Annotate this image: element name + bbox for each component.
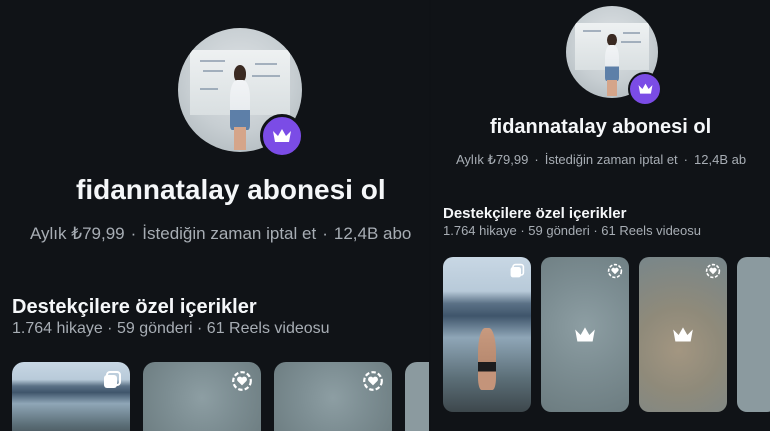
locked-content-tile[interactable] xyxy=(541,257,629,412)
profile-panel: fidannatalay abonesi ol Aylık ₺79,99 · İst… xyxy=(431,0,770,431)
story-ring-icon xyxy=(363,371,383,391)
crown-icon xyxy=(575,326,595,342)
crown-icon xyxy=(260,114,304,158)
locked-content-tile[interactable] xyxy=(143,362,261,431)
subscribe-title: fidannatalay abonesi ol xyxy=(76,174,386,205)
multi-post-icon xyxy=(510,263,525,278)
profile-avatar-container[interactable] xyxy=(178,28,306,158)
crown-icon xyxy=(628,72,662,106)
subscriber-count: 12,4B ab xyxy=(694,152,747,167)
subscription-meta: Aylık ₺79,99 · İstediğin zaman iptal et · 12… xyxy=(30,224,412,243)
subscriber-count: 12,4B abo xyxy=(333,224,412,243)
subscription-meta: Aylık ₺79,99 · İstediğin zaman iptal et · 12… xyxy=(456,152,747,167)
exclusive-section-stats: 1.764 hikaye · 59 gönderi · 61 Reels vid… xyxy=(443,223,701,238)
zoomed-profile-panel: fidannatalay abonesi ol Aylık ₺79,99 · İst… xyxy=(0,0,429,431)
content-tile[interactable] xyxy=(443,257,531,412)
price-label: Aylık ₺79,99 xyxy=(456,152,529,167)
exclusive-section-title: Destekçilere özel içerikler xyxy=(12,296,257,318)
subscribe-title: fidannatalay abonesi ol xyxy=(490,116,712,138)
locked-content-tile[interactable] xyxy=(405,362,429,431)
content-tile[interactable] xyxy=(12,362,130,431)
exclusive-section-title: Destekçilere özel içerikler xyxy=(443,205,627,222)
locked-content-tile[interactable] xyxy=(737,257,770,412)
profile-avatar-container[interactable] xyxy=(566,6,662,106)
crown-icon xyxy=(673,326,693,342)
cancel-note: İstediğin zaman iptal et xyxy=(142,224,317,243)
price-label: Aylık ₺79,99 xyxy=(30,224,125,243)
story-ring-icon xyxy=(607,263,623,279)
story-ring-icon xyxy=(232,371,252,391)
locked-content-tile[interactable] xyxy=(639,257,727,412)
story-ring-icon xyxy=(705,263,721,279)
locked-content-tile[interactable] xyxy=(274,362,392,431)
cancel-note: İstediğin zaman iptal et xyxy=(544,152,678,167)
multi-post-icon xyxy=(104,371,121,388)
exclusive-section-stats: 1.764 hikaye · 59 gönderi · 61 Reels vid… xyxy=(12,320,330,337)
